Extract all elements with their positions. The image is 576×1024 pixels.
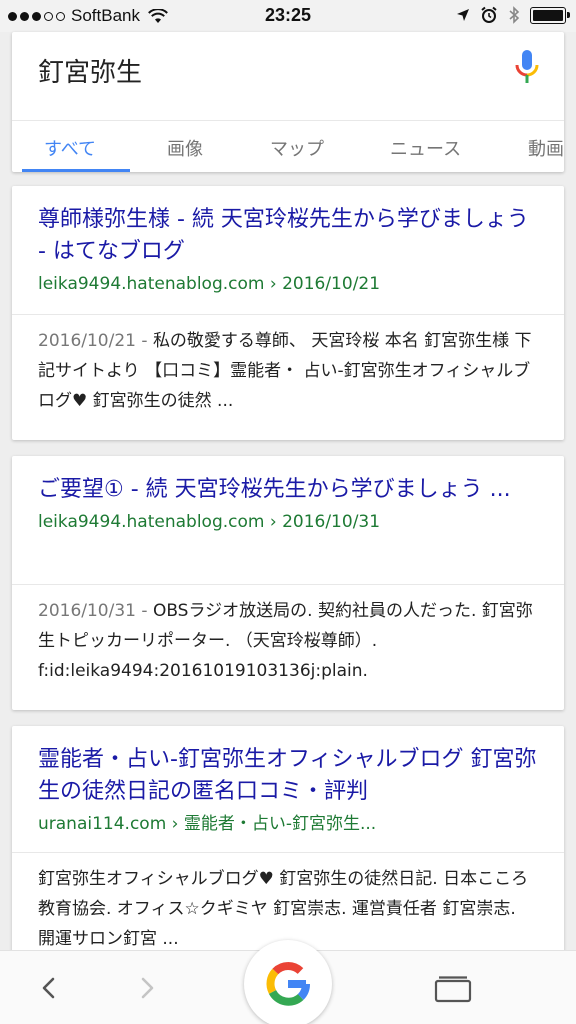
alarm-icon: [481, 6, 497, 23]
card-divider: [12, 852, 564, 853]
bluetooth-icon: [509, 6, 520, 24]
tab-news[interactable]: ニュース: [390, 135, 461, 161]
result-title[interactable]: 霊能者・占い-釘宮弥生オフィシャルブログ 釘宮弥生の徒然日記の匿名口コミ・評判: [38, 744, 538, 808]
search-header: 釘宮弥生 すべて 画像 マップ ニュース 動画: [12, 32, 564, 172]
result-title[interactable]: 尊師様弥生様 - 続 天宮玲桜先生から学びましょう - はてなブログ: [38, 204, 538, 268]
active-tab-indicator: [22, 169, 130, 172]
result-url[interactable]: uranai114.com › 霊能者・占い-釘宮弥生...: [38, 812, 538, 836]
tabs-switcher-icon[interactable]: [434, 975, 472, 1003]
search-tabs: すべて 画像 マップ ニュース 動画: [12, 120, 564, 172]
tab-videos[interactable]: 動画: [528, 135, 564, 161]
forward-icon[interactable]: [132, 971, 162, 1005]
result-card: ご要望① - 続 天宮玲桜先生から学びましょう ... leika9494.ha…: [12, 456, 564, 710]
google-home-button[interactable]: [244, 940, 332, 1024]
card-divider: [12, 314, 564, 315]
status-bar: SoftBank 23:25: [0, 0, 576, 32]
tab-maps[interactable]: マップ: [270, 135, 324, 161]
result-snippet: 2016/10/21 - 私の敬愛する尊師、 天宮玲桜 本名 釘宮弥生様 下記サ…: [38, 326, 538, 416]
mic-icon[interactable]: [512, 48, 542, 88]
result-url[interactable]: leika9494.hatenablog.com › 2016/10/31: [38, 510, 538, 534]
result-card: 尊師様弥生様 - 続 天宮玲桜先生から学びましょう - はてなブログ leika…: [12, 186, 564, 440]
tab-images[interactable]: 画像: [167, 135, 203, 161]
search-query[interactable]: 釘宮弥生: [38, 52, 142, 89]
result-snippet: 2016/10/31 - OBSラジオ放送局の. 契約社員の人だった. 釘宮弥生…: [38, 596, 538, 686]
status-right: [456, 6, 570, 24]
card-divider: [12, 584, 564, 585]
search-bar[interactable]: 釘宮弥生: [12, 32, 564, 102]
tab-all[interactable]: すべて: [44, 135, 96, 161]
back-icon[interactable]: [34, 971, 64, 1005]
result-date: 2016/10/31 -: [38, 601, 153, 621]
battery-icon: [530, 6, 570, 24]
snippet-text: 釘宮弥生オフィシャルブログ♥ 釘宮弥生の徒然日記. 日本こころ教育協会. オフィ…: [38, 869, 529, 949]
location-arrow-icon: [457, 9, 469, 21]
result-url[interactable]: leika9494.hatenablog.com › 2016/10/21: [38, 272, 538, 296]
google-g-icon: [266, 961, 310, 1006]
result-title[interactable]: ご要望① - 続 天宮玲桜先生から学びましょう ...: [38, 474, 538, 506]
result-date: 2016/10/21 -: [38, 331, 153, 351]
